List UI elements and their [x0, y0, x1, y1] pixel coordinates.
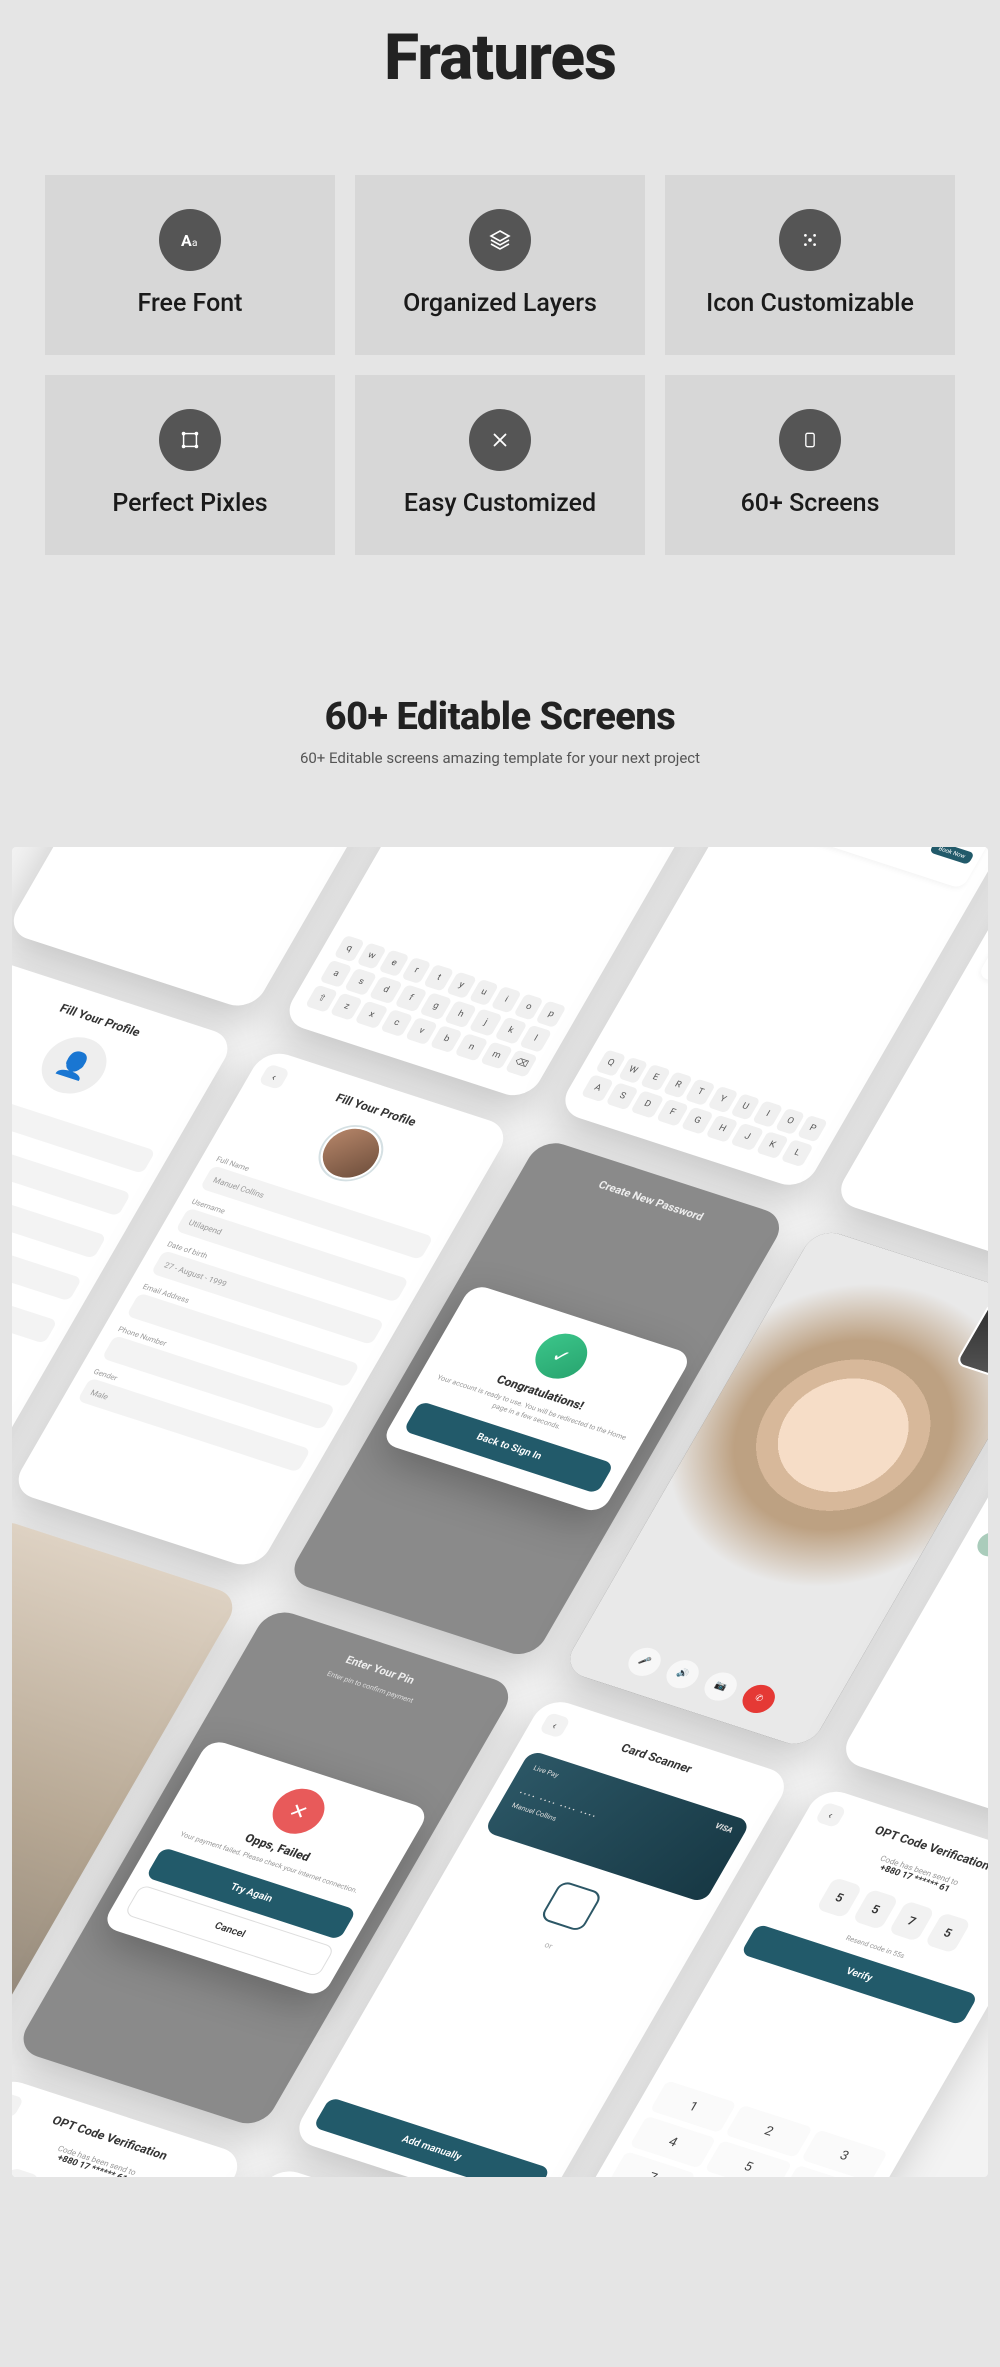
numpad[interactable]: 123456789*0⌫ — [589, 2080, 888, 2177]
avatar[interactable] — [310, 1120, 392, 1187]
feature-label: 60+ Screens — [741, 489, 880, 518]
layers-icon — [469, 209, 531, 271]
features-grid: Aa Free Font Organized Layers Icon Custo… — [45, 175, 955, 555]
keyboard[interactable]: qwertyuiop asdfghjkl ⇧zxcvbnm⌫ — [303, 935, 567, 1081]
review-item: Oscar Collins★★★★★ — [972, 1529, 988, 1624]
card-brand: VISA — [713, 1821, 734, 1834]
name-input[interactable]: Mosaraf Hoassin — [12, 1079, 156, 1174]
x-icon: ✕ — [263, 1783, 333, 1840]
sub-heading: 60+ Editable Screens — [45, 695, 955, 739]
listing-card[interactable]: Minimalist Luxury Farm HouseSydney, AU$9… — [977, 916, 988, 1048]
svg-text:A: A — [181, 231, 192, 250]
screen-title: Fill Your Profile — [12, 978, 214, 1062]
bounding-box-icon — [159, 409, 221, 471]
feature-card-icon-customizable: Icon Customizable — [665, 175, 955, 355]
listing-thumb — [987, 924, 988, 988]
feature-label: Easy Customized — [404, 489, 596, 518]
feature-card-easy-customized: Easy Customized — [355, 375, 645, 555]
check-icon: ✓ — [526, 1328, 596, 1385]
book-now-button[interactable]: Book Now — [929, 847, 975, 865]
sparkle-icon — [779, 209, 841, 271]
scan-frame-icon — [539, 1880, 603, 1933]
screen-icon — [779, 409, 841, 471]
feature-label: Icon Customizable — [706, 289, 914, 318]
feature-card-screens: 60+ Screens — [665, 375, 955, 555]
feature-label: Free Font — [138, 289, 243, 318]
svg-text:a: a — [192, 238, 197, 249]
feature-label: Perfect Pixles — [112, 489, 267, 518]
success-modal: ✓ Congratulations! Your account is ready… — [381, 1283, 693, 1514]
screens-showcase: Search Search House Mountain Urban Offic… — [12, 847, 988, 2177]
tools-icon — [469, 409, 531, 471]
avatar-placeholder-icon[interactable]: 👤 — [30, 1030, 118, 1102]
main-heading: Fratures — [45, 0, 955, 175]
feature-card-organized-layers: Organized Layers — [355, 175, 645, 355]
listing-card[interactable]: Modern Minimalist Luxury House Tokyo, Ja… — [741, 847, 988, 889]
feature-card-perfect-pixels: Perfect Pixles — [45, 375, 335, 555]
feature-card-free-font: Aa Free Font — [45, 175, 335, 355]
add-manually-button[interactable]: Add manually — [313, 2097, 551, 2177]
sub-description: 60+ Editable screens amazing template fo… — [45, 749, 955, 767]
feature-label: Organized Layers — [403, 289, 597, 318]
failed-modal: ✕ Opps, Failed Your payment failed. Plea… — [101, 1738, 430, 1997]
font-icon: Aa — [159, 209, 221, 271]
keyboard[interactable]: QWERTYUIOP ASDFGHJKL — [579, 1049, 828, 1170]
